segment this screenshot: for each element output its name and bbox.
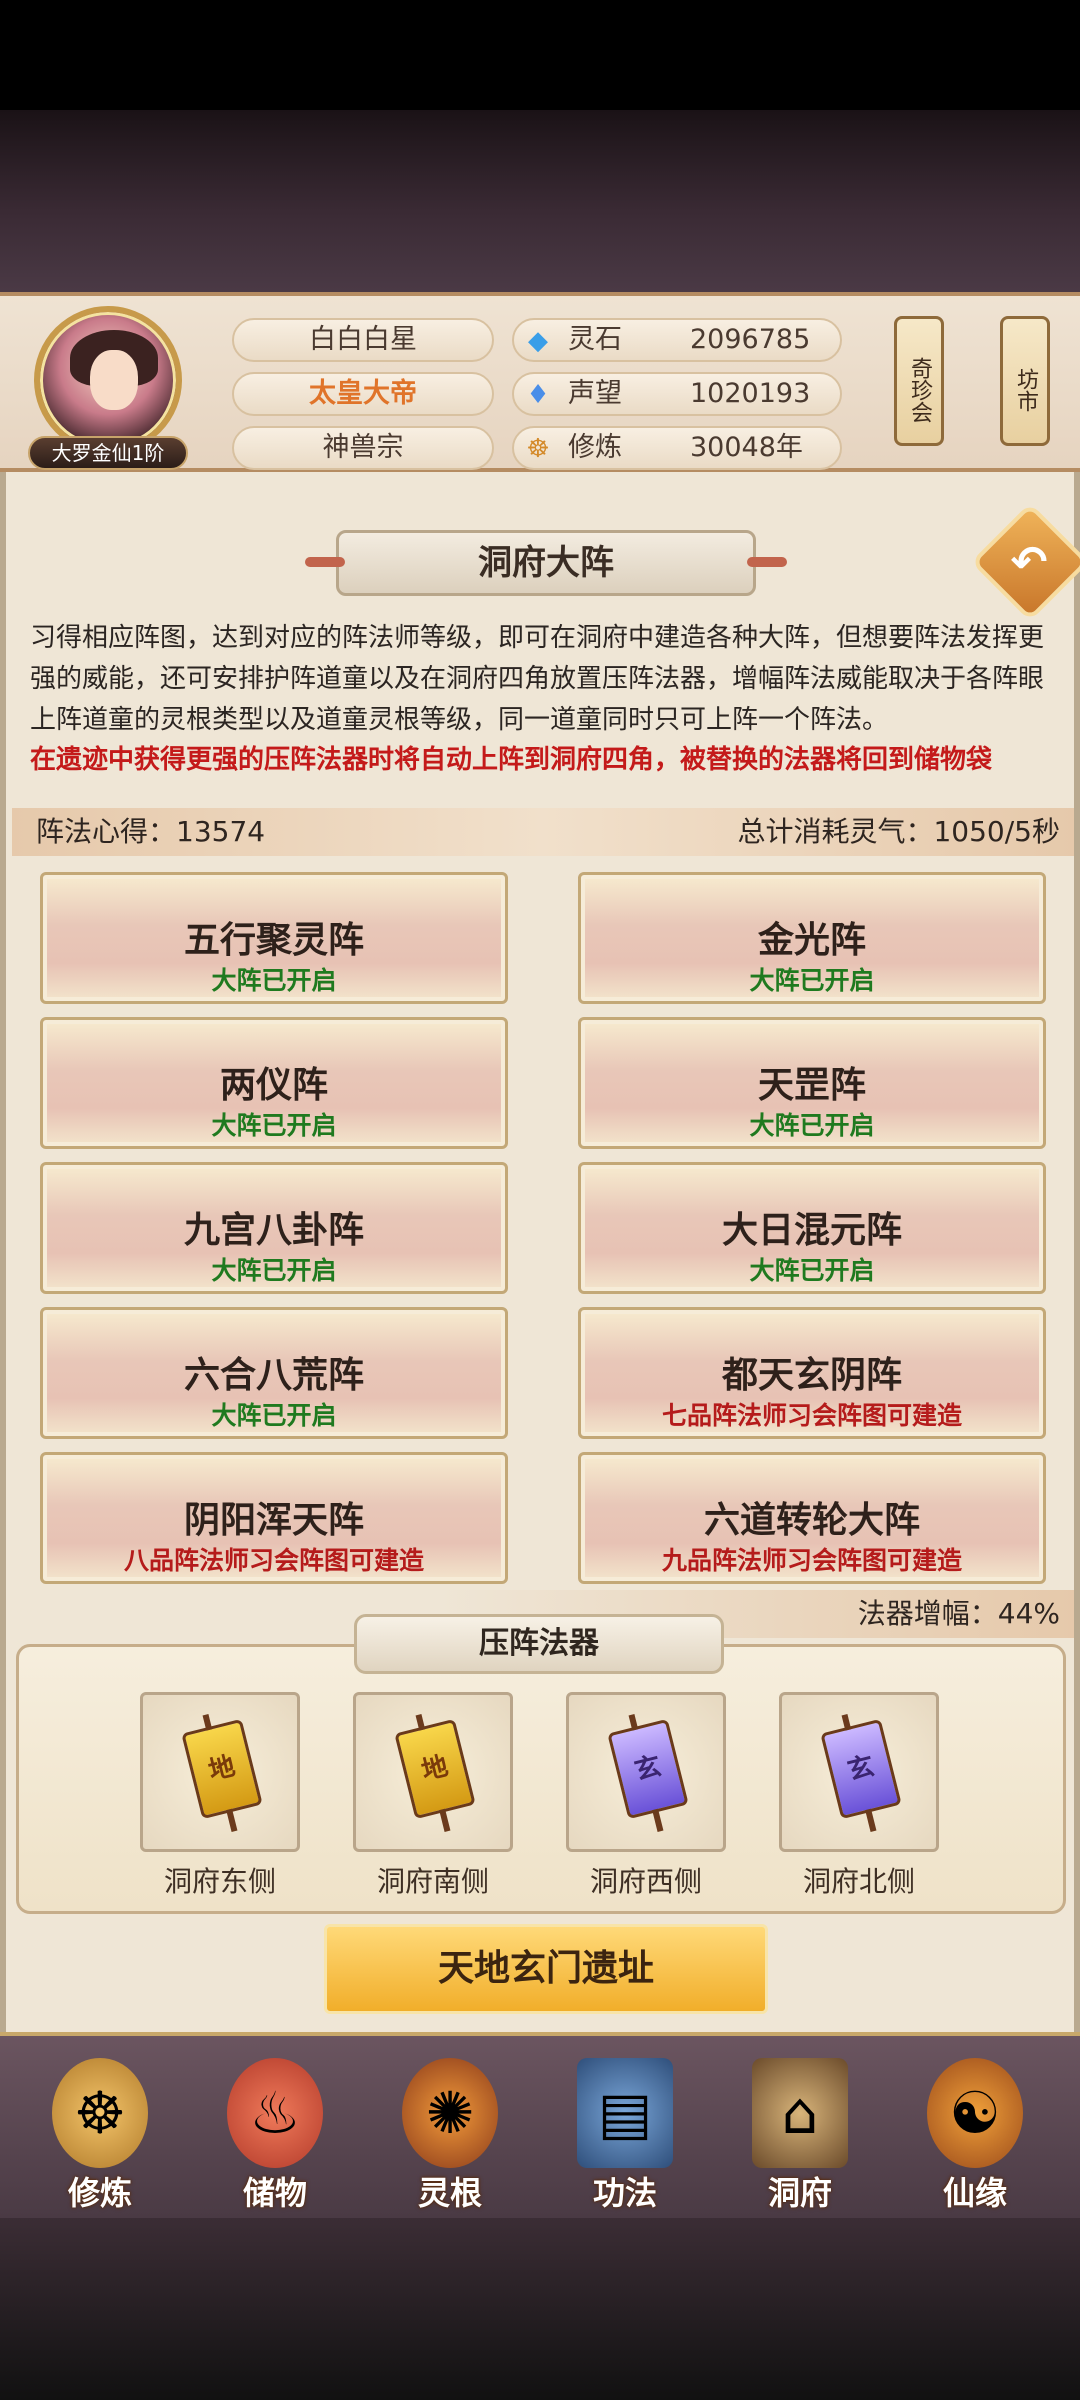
spirit-stone-icon: ◆ — [528, 326, 548, 356]
player-sect: 神兽宗 — [232, 426, 494, 470]
artifact-slot-north[interactable]: 玄 洞府北侧 — [779, 1692, 939, 1900]
nav-cave-house[interactable]: ⌂ 洞府 — [730, 2046, 870, 2216]
avatar-portrait — [34, 306, 182, 454]
slot-label: 洞府南侧 — [376, 1865, 489, 1898]
nav-techniques[interactable]: ▤ 功法 — [555, 2046, 695, 2216]
spirit-root-icon: ✺ — [402, 2058, 498, 2168]
ruins-button[interactable]: 天地玄门遗址 — [324, 1924, 768, 2014]
formation-card[interactable]: 都天玄阴阵 七品阵法师习会阵图可建造 — [578, 1307, 1046, 1439]
prestige-icon: ♦ — [526, 380, 550, 410]
formation-name: 六合八荒阵 — [183, 1355, 364, 1396]
formation-name: 阴阳浑天阵 — [183, 1500, 364, 1541]
nav-label: 洞府 — [767, 2174, 832, 2212]
artifact-slot-east[interactable]: 地 洞府东侧 — [140, 1692, 300, 1900]
avatar-face — [90, 350, 138, 410]
status-area — [0, 0, 1080, 110]
formation-status: 七品阵法师习会阵图可建造 — [661, 1401, 962, 1430]
resource-label: 声望 — [568, 378, 622, 409]
formation-status: 八品阵法师习会阵图可建造 — [123, 1546, 424, 1575]
formation-card[interactable]: 九宫八卦阵 大阵已开启 — [40, 1162, 508, 1294]
resource-value: 2096785 — [690, 324, 811, 355]
resource-value: 30048年 — [690, 432, 803, 463]
formation-card[interactable]: 金光阵 大阵已开启 — [578, 872, 1046, 1004]
formation-panel: 洞府大阵 ↶ 习得相应阵图，达到对应的阵法师等级，即可在洞府中建造各种大阵，但想… — [0, 472, 1080, 2032]
page-title: 洞府大阵 — [305, 530, 787, 596]
formation-status: 九品阵法师习会阵图可建造 — [661, 1546, 962, 1575]
resource-label: 灵石 — [568, 324, 622, 355]
description-text: 习得相应阵图，达到对应的阵法师等级，即可在洞府中建造各种大阵，但想要阵法发挥更强… — [30, 623, 1045, 735]
formation-name: 九宫八卦阵 — [183, 1210, 364, 1251]
bag-icon: ♨ — [227, 2058, 323, 2168]
formation-card[interactable]: 天罡阵 大阵已开启 — [578, 1017, 1046, 1149]
resource-spirit-stone: ◆ 灵石 2096785 — [512, 318, 842, 362]
formation-insight: 阵法心得：13574 — [36, 815, 266, 848]
flag-icon: 玄 — [820, 1718, 902, 1820]
slot-label: 洞府东侧 — [163, 1865, 276, 1898]
nav-label: 修炼 — [67, 2174, 132, 2212]
formation-name: 金光阵 — [757, 920, 866, 961]
formation-status: 大阵已开启 — [211, 1401, 337, 1430]
cultivation-icon: ☸ — [526, 434, 550, 464]
formation-name: 都天玄阴阵 — [721, 1355, 902, 1396]
formation-name: 五行聚灵阵 — [183, 920, 364, 961]
flag-icon: 地 — [394, 1718, 476, 1820]
formation-name: 六道转轮大阵 — [703, 1500, 920, 1541]
cave-house-icon: ⌂ — [752, 2058, 848, 2168]
top-scenery — [0, 110, 1080, 295]
nav-spirit-root[interactable]: ✺ 灵根 — [380, 2046, 520, 2216]
rank-badge: 大罗金仙1阶 — [28, 436, 188, 470]
artifact-slot-west[interactable]: 玄 洞府西侧 — [566, 1692, 726, 1900]
nav-label: 灵根 — [417, 2174, 482, 2212]
slot-label: 洞府西侧 — [589, 1865, 702, 1898]
avatar[interactable]: 大罗金仙1阶 — [28, 306, 188, 470]
back-arrow-icon: ↶ — [1010, 537, 1048, 588]
slot-label: 洞府北侧 — [802, 1865, 915, 1898]
nav-fortune[interactable]: ☯ 仙缘 — [905, 2046, 1045, 2216]
player-header: 大罗金仙1阶 白白白星 太皇大帝 神兽宗 ◆ 灵石 2096785 ♦ 声望 1… — [0, 292, 1080, 472]
formation-status: 大阵已开启 — [211, 966, 337, 995]
treasure-fair-button[interactable]: 奇珍会 — [894, 316, 944, 446]
market-button[interactable]: 坊市 — [1000, 316, 1050, 446]
formation-status: 大阵已开启 — [211, 1111, 337, 1140]
book-icon: ▤ — [577, 2058, 673, 2168]
formation-status: 大阵已开启 — [749, 1111, 875, 1140]
flag-icon: 地 — [181, 1718, 263, 1820]
warning-text: 在遗迹中获得更强的压阵法器时将自动上阵到洞府四角，被替换的法器将回到储物袋 — [30, 745, 993, 775]
nav-label: 储物 — [242, 2174, 307, 2212]
formation-status: 大阵已开启 — [211, 1256, 337, 1285]
qi-consumption: 总计消耗灵气：1050/5秒 — [737, 815, 1060, 848]
resource-cultivation: ☸ 修炼 30048年 — [512, 426, 842, 470]
formation-name: 天罡阵 — [757, 1065, 866, 1106]
formation-name: 两仪阵 — [219, 1065, 328, 1106]
artifact-slot-south[interactable]: 地 洞府南侧 — [353, 1692, 513, 1900]
resource-prestige: ♦ 声望 1020193 — [512, 372, 842, 416]
nav-label: 功法 — [592, 2174, 657, 2212]
formation-card[interactable]: 五行聚灵阵 大阵已开启 — [40, 872, 508, 1004]
player-title: 太皇大帝 — [232, 372, 494, 416]
formation-card[interactable]: 六道转轮大阵 九品阵法师习会阵图可建造 — [578, 1452, 1046, 1584]
formation-card[interactable]: 两仪阵 大阵已开启 — [40, 1017, 508, 1149]
formation-status: 大阵已开启 — [749, 966, 875, 995]
resource-label: 修炼 — [568, 432, 622, 463]
nav-label: 仙缘 — [942, 2174, 1007, 2212]
formation-name: 大日混元阵 — [721, 1210, 902, 1251]
gourd-icon: ☯ — [927, 2058, 1023, 2168]
resource-value: 1020193 — [690, 378, 811, 409]
stats-bar: 阵法心得：13574 总计消耗灵气：1050/5秒 — [12, 808, 1074, 856]
formation-card[interactable]: 大日混元阵 大阵已开启 — [578, 1162, 1046, 1294]
nav-storage[interactable]: ♨ 储物 — [205, 2046, 345, 2216]
flag-icon: 玄 — [607, 1718, 689, 1820]
formation-card[interactable]: 六合八荒阵 大阵已开启 — [40, 1307, 508, 1439]
bottom-nav: ☸ 修炼 ♨ 储物 ✺ 灵根 ▤ 功法 ⌂ 洞府 ☯ 仙缘 — [0, 2032, 1080, 2218]
bottom-scenery — [0, 2218, 1080, 2400]
formation-card[interactable]: 阴阳浑天阵 八品阵法师习会阵图可建造 — [40, 1452, 508, 1584]
artifact-title: 压阵法器 — [354, 1614, 724, 1674]
player-name: 白白白星 — [232, 318, 494, 362]
monk-icon: ☸ — [52, 2058, 148, 2168]
formation-status: 大阵已开启 — [749, 1256, 875, 1285]
nav-cultivate[interactable]: ☸ 修炼 — [30, 2046, 170, 2216]
formation-grid: 五行聚灵阵 大阵已开启 金光阵 大阵已开启 两仪阵 大阵已开启 天罡阵 大阵已开… — [6, 868, 1074, 1590]
